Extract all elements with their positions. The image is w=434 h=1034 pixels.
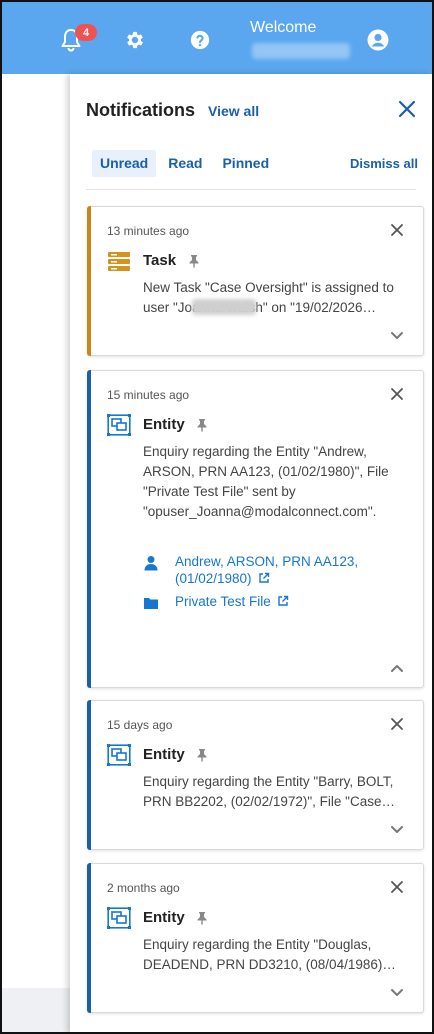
- dismiss-all-button[interactable]: Dismiss all: [350, 156, 418, 171]
- notification-body: Enquiry regarding the Entity "Andrew, AR…: [143, 444, 389, 519]
- top-bar: 4 Welcome: [2, 2, 432, 74]
- help-button[interactable]: [186, 26, 214, 54]
- notification-time: 2 months ago: [107, 881, 180, 895]
- tab-unread[interactable]: Unread: [92, 150, 157, 177]
- settings-button[interactable]: [121, 26, 149, 54]
- help-icon: [190, 30, 210, 50]
- notification-card-task[interactable]: 13 minutes ago Task New Task "Case Overs…: [87, 206, 424, 356]
- close-icon: [391, 388, 403, 400]
- user-menu-button[interactable]: [364, 26, 392, 54]
- external-link-icon: [278, 595, 288, 606]
- notification-count-badge: 4: [75, 24, 97, 41]
- dismiss-notification-button[interactable]: [389, 222, 405, 238]
- notification-type: Entity: [143, 416, 185, 433]
- card-stripe: [87, 700, 91, 850]
- dismiss-notification-button[interactable]: [389, 716, 405, 732]
- page-footer-area: [2, 988, 72, 1032]
- close-icon: [391, 881, 403, 893]
- notification-type: Entity: [143, 746, 185, 763]
- divider: [86, 189, 416, 190]
- close-panel-button[interactable]: [396, 98, 418, 120]
- chevron-down-icon: [391, 332, 403, 339]
- task-list-icon: [107, 250, 131, 272]
- chevron-down-icon: [391, 989, 403, 996]
- page-background: [2, 74, 72, 1032]
- file-link[interactable]: Private Test File: [175, 593, 385, 610]
- notification-card-entity[interactable]: 2 months ago Entity Enquiry regarding th…: [87, 863, 424, 1013]
- file-link-row[interactable]: Private Test File: [143, 593, 385, 610]
- dismiss-notification-button[interactable]: [389, 879, 405, 895]
- person-icon: [143, 555, 159, 571]
- card-stripe: [87, 370, 91, 688]
- pin-icon[interactable]: [196, 418, 208, 432]
- expand-button[interactable]: [389, 986, 405, 998]
- file-link-text: Private Test File: [175, 594, 271, 609]
- entity-icon: [107, 744, 131, 766]
- notification-tabs: Unread Read Pinned: [92, 150, 281, 177]
- notification-type: Task: [143, 252, 177, 269]
- app-frame: 4 Welcome Notifications View all Unread …: [0, 0, 434, 1034]
- close-icon: [398, 100, 416, 118]
- notification-body: Enquiry regarding the Entity "Barry, BOL…: [143, 774, 395, 809]
- view-all-link[interactable]: View all: [208, 103, 259, 119]
- redacted-name: [192, 299, 256, 315]
- username-redacted: [252, 43, 350, 59]
- entity-link-row[interactable]: Andrew, ARSON, PRN AA123, (01/02/1980): [143, 553, 385, 587]
- chevron-down-icon: [391, 826, 403, 833]
- close-icon: [391, 224, 403, 236]
- notification-card-entity[interactable]: 15 minutes ago Entity Enquiry regarding …: [87, 370, 424, 688]
- notification-body: New Task "Case Oversight" is assigned to…: [143, 280, 394, 315]
- pin-icon[interactable]: [196, 911, 208, 925]
- notifications-panel: Notifications View all Unread Read Pinne…: [70, 74, 432, 1032]
- dismiss-notification-button[interactable]: [389, 386, 405, 402]
- folder-icon: [143, 595, 159, 611]
- close-icon: [391, 718, 403, 730]
- notification-time: 13 minutes ago: [107, 224, 190, 238]
- card-stripe: [87, 206, 91, 356]
- user-circle-icon: [367, 29, 389, 51]
- chevron-up-icon: [391, 665, 403, 672]
- notification-time: 15 minutes ago: [107, 388, 190, 402]
- welcome-text: Welcome: [250, 19, 317, 36]
- gear-icon: [127, 31, 143, 49]
- tab-read[interactable]: Read: [160, 150, 210, 177]
- entity-icon: [107, 907, 131, 929]
- external-link-icon: [258, 572, 269, 583]
- notification-time: 15 days ago: [107, 718, 173, 732]
- card-stripe: [87, 863, 91, 1013]
- expand-button[interactable]: [389, 329, 405, 341]
- tab-pinned[interactable]: Pinned: [214, 150, 277, 177]
- notification-body: Enquiry regarding the Entity "Douglas, D…: [143, 937, 396, 972]
- collapse-button[interactable]: [389, 661, 405, 673]
- notification-type: Entity: [143, 909, 185, 926]
- entity-link[interactable]: Andrew, ARSON, PRN AA123, (01/02/1980): [175, 553, 385, 587]
- panel-title: Notifications: [86, 100, 196, 120]
- pin-icon[interactable]: [196, 748, 208, 762]
- pin-icon[interactable]: [188, 254, 200, 268]
- notification-card-entity[interactable]: 15 days ago Entity Enquiry regarding the…: [87, 700, 424, 850]
- entity-icon: [107, 414, 131, 436]
- expand-button[interactable]: [389, 823, 405, 835]
